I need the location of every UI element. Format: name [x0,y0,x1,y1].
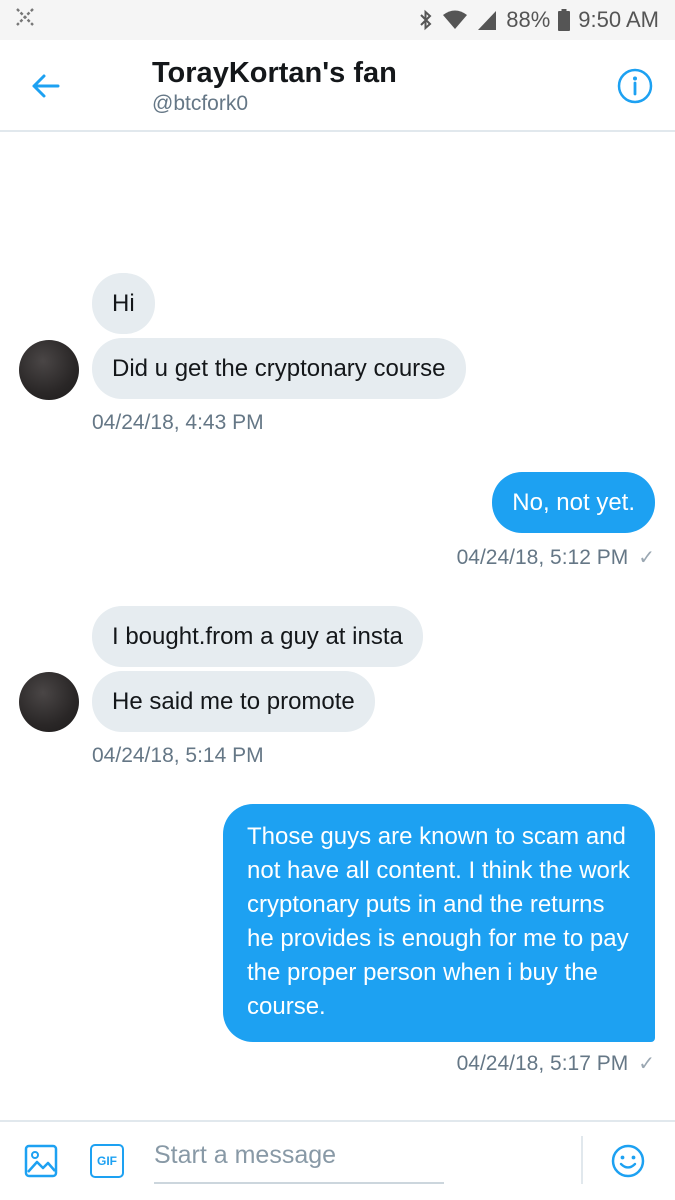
outgoing-message[interactable]: No, not yet. [492,472,655,533]
conversation-header: TorayKortan's fan @btcfork0 [0,40,675,132]
bluetooth-icon [418,8,434,32]
clock: 9:50 AM [578,7,659,32]
user-handle: @btcfork0 [152,92,249,115]
incoming-message[interactable]: Hi [92,273,155,334]
incoming-message[interactable]: He said me to promote [92,671,375,732]
avatar[interactable] [19,672,79,732]
page-title: TorayKortan's fan [152,57,397,89]
info-button[interactable] [615,66,655,106]
compose-bar: GIF [0,1120,675,1200]
incoming-message[interactable]: I bought.from a guy at insta [92,606,423,667]
cell-signal-icon [476,9,498,31]
emoji-icon[interactable] [610,1143,646,1184]
message-timestamp: 04/24/18, 5:17 PM [456,1051,629,1075]
message-timestamp: 04/24/18, 5:12 PM [456,545,629,569]
notification-x-icon [14,6,36,34]
battery-percent: 88% [506,7,551,32]
message-input[interactable] [154,1134,444,1184]
wifi-icon [442,9,468,31]
image-icon[interactable] [24,1144,58,1183]
conversation-title-block[interactable]: TorayKortan's fan @btcfork0 [152,56,397,118]
read-check-icon: ✓ [638,1053,655,1075]
outgoing-message[interactable]: Those guys are known to scam and not hav… [223,804,655,1042]
back-arrow-icon [32,74,60,98]
compose-divider [581,1136,583,1184]
message-timestamp: 04/24/18, 4:43 PM [92,411,264,434]
gif-icon[interactable]: GIF [90,1144,124,1178]
avatar[interactable] [19,340,79,400]
read-check-icon: ✓ [638,547,655,569]
info-icon [617,68,653,104]
incoming-message[interactable]: Did u get the cryptonary course [92,338,466,399]
message-timestamp: 04/24/18, 5:14 PM [92,744,264,767]
back-button[interactable] [26,68,66,104]
battery-icon [558,9,571,31]
status-bar: 88% 9:50 AM [0,0,675,40]
